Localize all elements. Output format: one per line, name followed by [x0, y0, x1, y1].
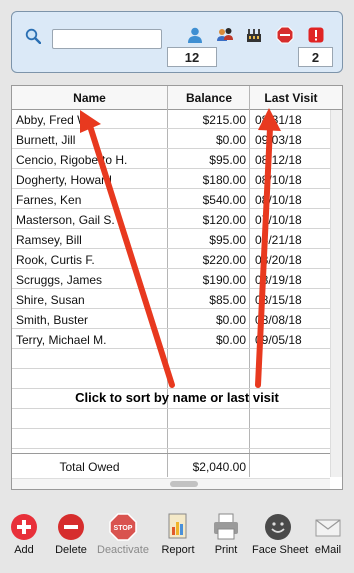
cell-name: Shire, Susan: [16, 293, 85, 307]
svg-text:STOP: STOP: [114, 525, 133, 532]
horizontal-scrollbar[interactable]: [12, 478, 330, 489]
cell-name: Rook, Curtis F.: [16, 253, 95, 267]
print-button[interactable]: Print: [200, 513, 252, 565]
column-header-name[interactable]: Name: [12, 86, 167, 110]
clinic-icon[interactable]: [245, 26, 263, 44]
cell-name: Dogherty, Howard: [16, 173, 112, 187]
toolbar: 12 2: [11, 11, 343, 73]
cell-last-visit: 08/08/18: [255, 313, 302, 327]
add-button[interactable]: Add: [0, 513, 50, 565]
cell-balance: $0.00: [215, 333, 246, 347]
cell-last-visit: 08/20/18: [255, 253, 302, 267]
cell-balance: $85.00: [209, 293, 246, 307]
face-sheet-label: Face Sheet: [252, 544, 309, 556]
empty-row: [12, 410, 330, 429]
cell-balance: $540.00: [202, 193, 246, 207]
face-icon: [265, 514, 291, 540]
cell-last-visit: 08/10/18: [255, 193, 302, 207]
stop-sign-icon[interactable]: [276, 26, 294, 44]
cell-balance: $95.00: [209, 153, 246, 167]
patient-table: Name Balance Last Visit Abby, Fred W. $2…: [11, 85, 343, 490]
cell-balance: $120.00: [202, 213, 246, 227]
report-label: Report: [161, 544, 195, 556]
cell-last-visit: 07/10/18: [255, 213, 302, 227]
annotation-text: Click to sort by name or last visit: [75, 390, 279, 405]
deactivate-label: Deactivate: [97, 544, 149, 556]
table-row[interactable]: Scruggs, James $190.00 08/19/18: [12, 270, 330, 289]
alert-count-field: 2: [298, 47, 333, 67]
cell-last-visit: 09/05/18: [255, 333, 302, 347]
search-icon[interactable]: [25, 28, 41, 44]
cell-name: Farnes, Ken: [16, 193, 82, 207]
table-header: Name Balance Last Visit: [12, 86, 342, 110]
cell-last-visit: 08/19/18: [255, 273, 302, 287]
column-header-balance[interactable]: Balance: [169, 86, 249, 110]
table-row[interactable]: Abby, Fred W. $215.00 08/31/18: [12, 110, 330, 129]
alert-icon[interactable]: [307, 26, 325, 44]
email-button[interactable]: eMail: [302, 513, 354, 565]
email-icon: [315, 519, 341, 537]
deactivate-button: STOP Deactivate: [97, 513, 149, 565]
cell-balance: $0.00: [215, 313, 246, 327]
person-group-icon[interactable]: [216, 26, 234, 44]
table-row[interactable]: Burnett, Jill $0.00 09/03/18: [12, 130, 330, 149]
cell-balance: $180.00: [202, 173, 246, 187]
scrollbar-thumb[interactable]: [170, 481, 198, 487]
report-button[interactable]: Report: [152, 513, 204, 565]
report-icon: [168, 513, 187, 539]
cell-last-visit: 08/12/18: [255, 153, 302, 167]
total-value: $2,040.00: [192, 460, 246, 474]
cell-balance: $95.00: [209, 233, 246, 247]
cell-last-visit: 09/03/18: [255, 133, 302, 147]
delete-icon: [58, 514, 84, 540]
cell-name: Terry, Michael M.: [16, 333, 107, 347]
cell-balance: $0.00: [215, 133, 246, 147]
table-row[interactable]: Terry, Michael M. $0.00 09/05/18: [12, 330, 330, 349]
table-row[interactable]: Masterson, Gail S. $120.00 07/10/18: [12, 210, 330, 229]
table-row[interactable]: Rook, Curtis F. $220.00 08/20/18: [12, 250, 330, 269]
delete-button[interactable]: Delete: [45, 513, 97, 565]
person-icon[interactable]: [186, 26, 204, 44]
cell-name: Masterson, Gail S.: [16, 213, 115, 227]
total-label: Total Owed: [59, 460, 120, 474]
cell-last-visit: 08/10/18: [255, 173, 302, 187]
column-header-last-visit[interactable]: Last Visit: [251, 86, 331, 110]
cell-name: Cencio, Rigoberto H.: [16, 153, 128, 167]
cell-balance: $215.00: [202, 113, 246, 127]
face-sheet-button[interactable]: Face Sheet: [252, 513, 309, 565]
email-label: eMail: [314, 544, 342, 556]
cell-name: Smith, Buster: [16, 313, 89, 327]
table-row[interactable]: Dogherty, Howard $180.00 08/10/18: [12, 170, 330, 189]
cell-last-visit: 08/15/18: [255, 293, 302, 307]
cell-name: Scruggs, James: [16, 273, 103, 287]
printer-icon: [214, 513, 238, 540]
vertical-scrollbar[interactable]: [330, 110, 342, 477]
cell-last-visit: 08/21/18: [255, 233, 302, 247]
cell-name: Burnett, Jill: [16, 133, 76, 147]
cell-balance: $190.00: [202, 273, 246, 287]
cell-name: Ramsey, Bill: [16, 233, 82, 247]
delete-label: Delete: [55, 544, 87, 556]
empty-row: [12, 370, 330, 389]
add-icon: [11, 514, 37, 540]
table-row[interactable]: Cencio, Rigoberto H. $95.00 08/12/18: [12, 150, 330, 169]
cell-name: Abby, Fred W.: [16, 113, 92, 127]
table-row[interactable]: Ramsey, Bill $95.00 08/21/18: [12, 230, 330, 249]
print-label: Print: [214, 544, 238, 556]
empty-row: [12, 350, 330, 369]
table-row[interactable]: Shire, Susan $85.00 08/15/18: [12, 290, 330, 309]
active-count-field: 12: [167, 47, 217, 67]
search-input[interactable]: [52, 29, 162, 49]
total-row: Total Owed $2,040.00: [12, 453, 330, 477]
table-row[interactable]: Farnes, Ken $540.00 08/10/18: [12, 190, 330, 209]
table-row[interactable]: Smith, Buster $0.00 08/08/18: [12, 310, 330, 329]
cell-balance: $220.00: [202, 253, 246, 267]
stop-sign-icon: STOP: [109, 513, 137, 541]
add-label: Add: [14, 544, 34, 556]
cell-last-visit: 08/31/18: [255, 113, 302, 127]
empty-row: [12, 430, 330, 449]
